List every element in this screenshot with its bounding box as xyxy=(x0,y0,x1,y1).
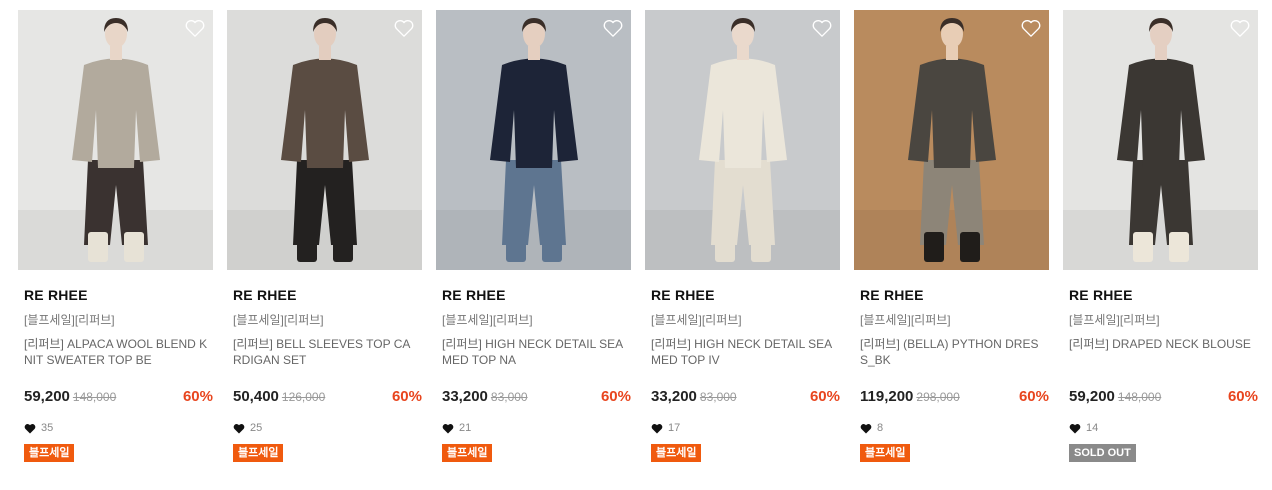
product-card[interactable]: RE RHEE [블프세일][리퍼브] [리퍼브] ALPACA WOOL BLEN… xyxy=(18,10,213,462)
product-name[interactable]: [리퍼브] DRAPED NECK BLOUSE xyxy=(1069,336,1255,368)
heart-filled-icon xyxy=(442,423,454,433)
product-card[interactable]: RE RHEE [블프세일][리퍼브] [리퍼브] HIGH NECK DETAIL… xyxy=(436,10,631,462)
like-count: 25 xyxy=(233,420,422,436)
product-card[interactable]: RE RHEE [블프세일][리퍼브] [리퍼브] HIGH NECK DETAIL… xyxy=(645,10,840,462)
discount-rate: 60% xyxy=(391,388,422,405)
product-tag: [블프세일][리퍼브] xyxy=(1069,313,1160,327)
sale-badge: 블프세일 xyxy=(860,444,911,462)
product-image[interactable] xyxy=(227,10,422,270)
product-photo xyxy=(854,10,1049,270)
heart-filled-icon xyxy=(24,423,36,433)
like-count-value: 8 xyxy=(877,422,884,434)
brand-name[interactable]: RE RHEE xyxy=(442,287,631,304)
sale-price: 59,200 xyxy=(1069,388,1115,405)
sale-badge: 블프세일 xyxy=(233,444,284,462)
wishlist-heart-icon[interactable] xyxy=(602,18,624,38)
heart-filled-icon xyxy=(651,423,663,433)
wishlist-heart-icon[interactable] xyxy=(184,18,206,38)
like-count: 8 xyxy=(860,420,1049,436)
product-tag: [블프세일][리퍼브] xyxy=(442,313,533,327)
product-tag: [블프세일][리퍼브] xyxy=(233,313,324,327)
product-image[interactable] xyxy=(854,10,1049,270)
product-tag: [블프세일][리퍼브] xyxy=(860,313,951,327)
brand-name[interactable]: RE RHEE xyxy=(233,287,422,304)
wishlist-heart-icon[interactable] xyxy=(1020,18,1042,38)
like-count: 14 xyxy=(1069,420,1258,436)
product-name[interactable]: [리퍼브] BELL SLEEVES TOP CARDIGAN SET xyxy=(233,336,419,368)
product-grid: RE RHEE [블프세일][리퍼브] [리퍼브] ALPACA WOOL BLEN… xyxy=(0,0,1272,490)
heart-filled-icon xyxy=(860,423,872,433)
discount-rate: 60% xyxy=(1018,388,1049,405)
sale-badge: 블프세일 xyxy=(442,444,493,462)
product-photo xyxy=(227,10,422,270)
sale-price: 50,400 xyxy=(233,388,279,405)
product-image[interactable] xyxy=(645,10,840,270)
product-photo xyxy=(436,10,631,270)
like-count: 21 xyxy=(442,420,631,436)
product-image[interactable] xyxy=(1063,10,1258,270)
product-name[interactable]: [리퍼브] HIGH NECK DETAIL SEAMED TOP NA xyxy=(442,336,628,368)
brand-name[interactable]: RE RHEE xyxy=(860,287,1049,304)
wishlist-heart-icon[interactable] xyxy=(393,18,415,38)
original-price: 148,000 xyxy=(1117,390,1162,404)
wishlist-heart-icon[interactable] xyxy=(1229,18,1251,38)
sale-price: 33,200 xyxy=(651,388,697,405)
price-row: 33,200 83,000 60% xyxy=(651,388,840,408)
original-price: 298,000 xyxy=(916,390,960,404)
original-price: 83,000 xyxy=(699,390,737,404)
heart-filled-icon xyxy=(1069,423,1081,433)
sale-price: 33,200 xyxy=(442,388,488,405)
sale-badge: 블프세일 xyxy=(24,444,75,462)
brand-name[interactable]: RE RHEE xyxy=(1069,287,1258,304)
like-count-value: 21 xyxy=(459,422,472,434)
heart-filled-icon xyxy=(233,423,245,433)
product-tag: [블프세일][리퍼브] xyxy=(651,313,742,327)
product-name[interactable]: [리퍼브] HIGH NECK DETAIL SEAMED TOP IV xyxy=(651,336,837,368)
like-count-value: 17 xyxy=(668,422,681,434)
price-row: 33,200 83,000 60% xyxy=(442,388,631,408)
product-photo xyxy=(645,10,840,270)
product-image[interactable] xyxy=(436,10,631,270)
like-count-value: 35 xyxy=(41,422,54,434)
product-photo xyxy=(18,10,213,270)
sold-out-badge: SOLD OUT xyxy=(1069,444,1136,462)
discount-rate: 60% xyxy=(182,388,213,405)
price-row: 50,400 126,000 60% xyxy=(233,388,422,408)
product-name[interactable]: [리퍼브] (BELLA) PYTHON DRESS_BK xyxy=(860,336,1046,368)
product-card[interactable]: RE RHEE [블프세일][리퍼브] [리퍼브] BELL SLEEVES TOP… xyxy=(227,10,422,462)
original-price: 126,000 xyxy=(281,390,326,404)
product-photo xyxy=(1063,10,1258,270)
like-count-value: 25 xyxy=(250,422,263,434)
original-price: 83,000 xyxy=(490,390,528,404)
price-row: 59,200 148,000 60% xyxy=(1069,388,1258,408)
original-price: 148,000 xyxy=(72,390,117,404)
like-count-value: 14 xyxy=(1086,422,1099,434)
sale-badge: 블프세일 xyxy=(651,444,702,462)
product-card[interactable]: RE RHEE [블프세일][리퍼브] [리퍼브] (BELLA) PYTHON D… xyxy=(854,10,1049,462)
product-name[interactable]: [리퍼브] ALPACA WOOL BLEND KNIT SWEATER TOP… xyxy=(24,336,210,368)
discount-rate: 60% xyxy=(809,388,840,405)
price-row: 59,200 148,000 60% xyxy=(24,388,213,408)
product-card[interactable]: RE RHEE [블프세일][리퍼브] [리퍼브] DRAPED NECK BLOU… xyxy=(1063,10,1258,462)
like-count: 35 xyxy=(24,420,213,436)
sale-price: 119,200 xyxy=(860,388,914,405)
like-count: 17 xyxy=(651,420,840,436)
price-row: 119,200 298,000 60% xyxy=(860,388,1049,408)
brand-name[interactable]: RE RHEE xyxy=(24,287,213,304)
discount-rate: 60% xyxy=(600,388,631,405)
product-tag: [블프세일][리퍼브] xyxy=(24,313,115,327)
brand-name[interactable]: RE RHEE xyxy=(651,287,840,304)
sale-price: 59,200 xyxy=(24,388,70,405)
wishlist-heart-icon[interactable] xyxy=(811,18,833,38)
product-image[interactable] xyxy=(18,10,213,270)
discount-rate: 60% xyxy=(1227,388,1258,405)
